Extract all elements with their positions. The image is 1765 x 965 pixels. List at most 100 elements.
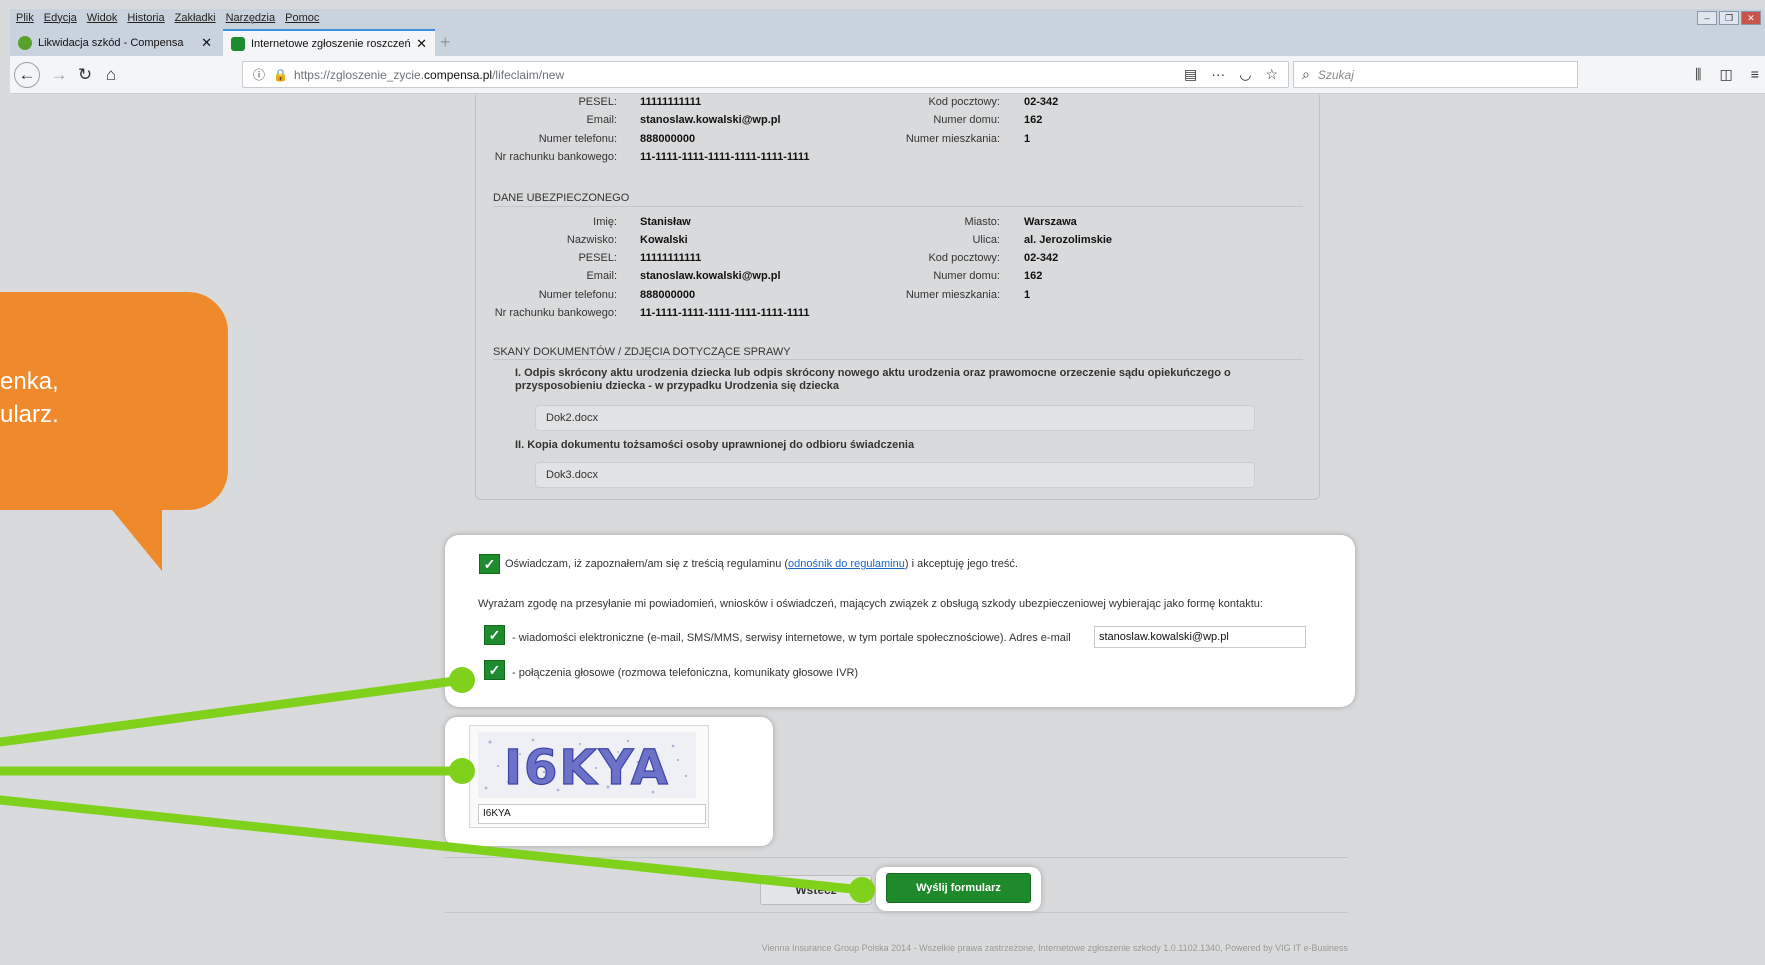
apartment-number-value: 1 (1024, 289, 1031, 301)
house-number-value: 162 (1024, 114, 1043, 126)
terms-link[interactable]: odnośnik do regulaminu (788, 558, 905, 570)
callout-line-2: ularz. (0, 401, 59, 428)
apartment-number-label: Numer mieszkania: (905, 133, 1000, 145)
section-divider (493, 206, 1303, 207)
document-1-file[interactable]: Dok2.docx (535, 405, 1255, 431)
voice-contact-text: - połączenia głosowe (rozmowa telefonicz… (512, 667, 859, 679)
bank-account-label: Nr rachunku bankowego: (494, 151, 617, 163)
pesel-label: PESEL: (578, 96, 617, 108)
phone-value: 888000000 (640, 289, 696, 301)
email-value: stanoslaw.kowalski@wp.pl (640, 114, 781, 126)
library-icon[interactable]: ⫼ (1695, 66, 1701, 83)
first-name-value: Stanisław (640, 216, 691, 228)
bank-account-label: Nr rachunku bankowego: (494, 307, 617, 319)
back-button[interactable]: Wstecz (760, 875, 872, 905)
email-label: Email: (586, 114, 617, 126)
info-icon[interactable]: ⓘ (253, 66, 265, 83)
menu-view[interactable]: Widok (87, 12, 118, 24)
captcha-card: I6KYA I6KYA (445, 717, 773, 846)
agree-text: Wyrażam zgodę na przesyłanie mi powiadom… (478, 598, 1263, 610)
captcha-noise: I6KYA (484, 738, 688, 797)
captcha-input[interactable]: I6KYA (478, 804, 706, 824)
street-value: al. Jerozolimskie (1024, 234, 1113, 246)
terms-text-before: Oświadczam, iż zapoznałem/am się z treśc… (505, 558, 789, 570)
compensa-favicon-icon (231, 36, 245, 51)
bank-account-value: 11-1111-1111-1111-1111-1111-1111 (640, 307, 810, 319)
address-bar[interactable]: ⓘ 🔒 https://zgloszenie_zycie. compensa.pl… (242, 61, 1289, 88)
lock-icon: 🔒 (273, 67, 288, 82)
window-close-icon[interactable]: ✕ (1741, 11, 1761, 25)
pesel-value: 11111111111 (640, 96, 702, 108)
city-label: Miasto: (964, 216, 1000, 228)
menu-bar: Plik Edycja Widok Historia Zakładki Narz… (10, 9, 1765, 26)
captcha-image: I6KYA (478, 732, 696, 798)
city-value: Warszawa (1024, 216, 1077, 228)
tab-bar: Likwidacja szkód - Compensa ✕ Internetow… (10, 26, 1765, 56)
menu-history[interactable]: Historia (127, 12, 164, 24)
maximize-icon[interactable]: ❐ (1719, 11, 1739, 25)
tab-close-icon[interactable]: ✕ (201, 35, 212, 51)
tab-label: Internetowe zgłoszenie roszczeń (251, 37, 411, 50)
callout-tail (108, 505, 162, 571)
captcha-text: I6KYA (504, 740, 670, 796)
url-path: /lifeclaim/new (492, 67, 565, 82)
menu-bookmarks[interactable]: Zakładki (175, 12, 216, 24)
minimize-icon[interactable]: – (1697, 11, 1717, 25)
electronic-contact-checkbox[interactable]: ✓ (484, 625, 505, 645)
tab-close-icon[interactable]: ✕ (416, 36, 427, 52)
house-number-label: Numer domu: (933, 270, 1000, 282)
toolbar-right: ⫼ ◫ ≡ (1695, 66, 1759, 83)
callout-line-1: enka, (0, 368, 59, 395)
search-input[interactable]: ⌕ Szukaj (1293, 61, 1578, 88)
home-icon[interactable]: ⌂ (98, 62, 124, 88)
bank-account-value: 11-1111-1111-1111-1111-1111-1111 (640, 151, 810, 163)
apartment-number-label: Numer mieszkania: (905, 289, 1000, 301)
bottom-divider (445, 857, 1348, 858)
url-prefix: https://zgloszenie_zycie. (293, 67, 425, 82)
document-2-title: II. Kopia dokumentu tożsamości osoby upr… (515, 439, 915, 451)
email-value: stanoslaw.kowalski@wp.pl (640, 270, 781, 282)
reader-view-icon[interactable]: ▤ (1184, 66, 1197, 83)
insured-heading: DANE UBEZPIECZONEGO (493, 192, 630, 204)
bookmark-star-icon[interactable]: ☆ (1265, 66, 1278, 83)
more-actions-icon[interactable]: ··· (1211, 66, 1225, 83)
submit-button[interactable]: Wyślij formularz (886, 873, 1031, 903)
phone-label: Numer telefonu: (538, 289, 617, 301)
postal-code-label: Kod pocztowy: (928, 252, 1000, 264)
terms-checkbox[interactable]: ✓ (479, 554, 500, 574)
tab-zgloszenie[interactable]: Internetowe zgłoszenie roszczeń ✕ (223, 29, 435, 56)
menu-file[interactable]: Plik (16, 12, 34, 24)
first-name-label: Imię: (593, 216, 617, 228)
phone-value: 888000000 (640, 133, 696, 145)
back-arrow-icon[interactable]: ← (14, 62, 40, 88)
document-2-file[interactable]: Dok3.docx (535, 462, 1255, 488)
navigation-bar: ← → ↻ ⌂ ⓘ 🔒 https://zgloszenie_zycie. com… (10, 56, 1765, 94)
terms-text-after: ) i akceptuję jego treść. (904, 558, 1018, 570)
document-1-title: I. Odpis skrócony aktu urodzenia dziecka… (515, 367, 1231, 392)
sidebar-icon[interactable]: ◫ (1719, 66, 1732, 83)
postal-code-label: Kod pocztowy: (928, 96, 1000, 108)
last-name-value: Kowalski (640, 234, 688, 246)
terms-text: Oświadczam, iż zapoznałem/am się z treśc… (505, 558, 1018, 570)
menu-icon[interactable]: ≡ (1751, 66, 1759, 83)
footer-divider (445, 912, 1348, 913)
contact-email-input[interactable]: stanoslaw.kowalski@wp.pl (1094, 626, 1306, 648)
phone-label: Numer telefonu: (538, 133, 617, 145)
menu-help[interactable]: Pomoc (285, 12, 319, 24)
reload-icon[interactable]: ↻ (72, 62, 98, 88)
callout-text: enka, ularz. (0, 365, 59, 431)
postal-code-value: 02-342 (1024, 252, 1059, 264)
page-content: PESEL: 11111111111 Email: stanoslaw.kowa… (10, 95, 1765, 965)
menu-tools[interactable]: Narzędzia (226, 12, 276, 24)
new-tab-button[interactable]: + (440, 32, 451, 53)
url-host: compensa.pl (424, 67, 493, 82)
search-icon: ⌕ (1302, 66, 1310, 82)
window-controls: – ❐ ✕ (1697, 11, 1761, 25)
compensa-favicon-icon (18, 35, 32, 50)
forward-arrow-icon[interactable]: → (46, 62, 72, 88)
menu-edit[interactable]: Edycja (44, 12, 77, 24)
voice-contact-checkbox[interactable]: ✓ (484, 660, 505, 680)
section-divider (493, 359, 1303, 360)
tab-likwidacja[interactable]: Likwidacja szkód - Compensa ✕ (10, 29, 220, 56)
pocket-icon[interactable]: ◡ (1239, 66, 1251, 83)
